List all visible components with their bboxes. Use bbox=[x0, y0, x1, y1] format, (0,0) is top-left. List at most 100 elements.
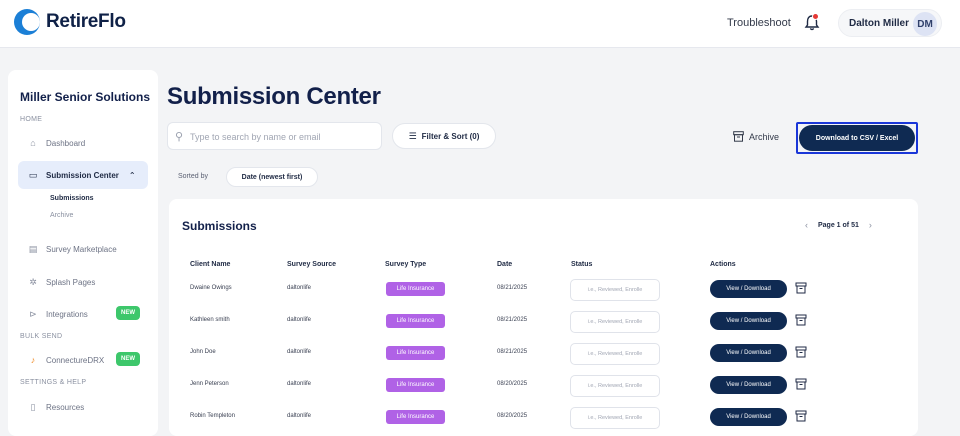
sidebar-item-label: Dashboard bbox=[46, 138, 86, 148]
submission-date: 08/21/2025 bbox=[497, 317, 528, 323]
status-input[interactable]: i.e., Reviewed, Enrolle bbox=[570, 279, 660, 301]
archive-icon[interactable] bbox=[795, 282, 807, 294]
archive-icon[interactable] bbox=[795, 410, 807, 422]
client-name: John Doe bbox=[190, 349, 216, 355]
archive-icon[interactable] bbox=[795, 314, 807, 326]
new-badge: NEW bbox=[116, 352, 140, 366]
client-name: Robin Templeton bbox=[190, 413, 235, 419]
column-header-status[interactable]: Status bbox=[571, 261, 592, 268]
sort-order-pill[interactable]: Date (newest first) bbox=[226, 167, 318, 187]
app-name: RetireFlo bbox=[46, 11, 126, 32]
view-download-button[interactable]: View / Download bbox=[710, 408, 787, 426]
sidebar-item-splash-pages[interactable]: ✲ Splash Pages bbox=[28, 277, 95, 287]
archive-button[interactable]: Archive bbox=[733, 131, 779, 142]
filter-icon: ☰ bbox=[408, 130, 417, 141]
table-row: Jenn Peterson daltonlife Life Insurance … bbox=[169, 369, 918, 400]
archive-label: Archive bbox=[749, 131, 780, 142]
chevron-up-icon: ⌃ bbox=[128, 170, 136, 180]
client-name: Dwaine Owings bbox=[190, 285, 232, 291]
sparkle-icon: ✲ bbox=[29, 276, 37, 287]
submission-date: 08/20/2025 bbox=[497, 413, 528, 419]
book-icon: ▯ bbox=[30, 401, 36, 412]
survey-type-badge: Life Insurance bbox=[386, 282, 445, 296]
submission-date: 08/21/2025 bbox=[497, 349, 528, 355]
sidebar-item-submission-center-label[interactable]: ▭ Submission Center ⌃ bbox=[28, 170, 136, 180]
search-box[interactable]: ⚲ bbox=[167, 122, 382, 150]
next-page-icon[interactable]: › bbox=[869, 220, 872, 230]
plug-icon: ⊳ bbox=[29, 308, 37, 319]
survey-source: daltonlife bbox=[287, 381, 312, 387]
archive-icon[interactable] bbox=[795, 378, 807, 390]
submissions-panel: Submissions ‹ Page 1 of 51 › Client Name… bbox=[169, 199, 918, 436]
connecture-icon: ♪ bbox=[30, 355, 36, 365]
view-download-button[interactable]: View / Download bbox=[710, 376, 787, 394]
submission-date: 08/21/2025 bbox=[497, 285, 528, 291]
top-bar: RetireFlo Troubleshoot Dalton Miller DM bbox=[0, 0, 960, 48]
filter-sort-button[interactable]: ☰ Filter & Sort (0) bbox=[392, 123, 496, 149]
column-header-client-name[interactable]: Client Name bbox=[190, 261, 230, 268]
download-csv-button[interactable]: Download to CSV / Excel bbox=[799, 125, 915, 151]
store-icon: ▤ bbox=[28, 243, 38, 254]
sidebar: Miller Senior Solutions HOME ⌂ Dashboard… bbox=[8, 70, 158, 436]
search-input[interactable] bbox=[190, 128, 375, 146]
survey-source: daltonlife bbox=[287, 413, 312, 419]
sidebar-subitem-submissions[interactable]: Submissions bbox=[50, 195, 94, 202]
page-title: Submission Center bbox=[167, 83, 381, 110]
section-settings-help: SETTINGS & HELP bbox=[20, 379, 87, 386]
user-name: Dalton Miller bbox=[849, 18, 910, 29]
status-input[interactable]: i.e., Reviewed, Enrolle bbox=[570, 343, 660, 365]
view-download-button[interactable]: View / Download bbox=[710, 344, 787, 362]
status-input[interactable]: i.e., Reviewed, Enrolle bbox=[570, 311, 660, 333]
column-header-actions: Actions bbox=[710, 261, 736, 268]
client-name: Kathleen smith bbox=[190, 317, 230, 323]
panel-title: Submissions bbox=[182, 219, 257, 233]
survey-type-badge: Life Insurance bbox=[386, 378, 445, 392]
client-name: Jenn Peterson bbox=[190, 381, 229, 387]
column-header-date[interactable]: Date bbox=[497, 261, 512, 268]
survey-type-badge: Life Insurance bbox=[386, 314, 445, 328]
view-download-button[interactable]: View / Download bbox=[710, 312, 787, 330]
sidebar-subitem-archive[interactable]: Archive bbox=[50, 212, 73, 219]
inbox-icon: ▭ bbox=[28, 169, 38, 180]
sidebar-item-connecture[interactable]: ♪ ConnectureDRX bbox=[28, 355, 105, 365]
column-header-survey-type[interactable]: Survey Type bbox=[385, 261, 426, 268]
sidebar-item-integrations[interactable]: ⊳ Integrations bbox=[28, 309, 88, 319]
logo[interactable]: RetireFlo bbox=[14, 9, 126, 35]
section-home: HOME bbox=[20, 116, 43, 123]
sidebar-item-resources[interactable]: ▯ Resources bbox=[28, 401, 85, 412]
avatar: DM bbox=[913, 12, 937, 36]
page-indicator: Page 1 of 51 bbox=[818, 221, 859, 229]
survey-type-badge: Life Insurance bbox=[386, 410, 445, 424]
section-bulk-send: BULK SEND bbox=[20, 333, 63, 340]
sidebar-item-label: Resources bbox=[46, 402, 85, 412]
survey-source: daltonlife bbox=[287, 285, 312, 291]
user-menu[interactable]: Dalton Miller DM bbox=[838, 9, 942, 37]
status-input[interactable]: i.e., Reviewed, Enrolle bbox=[570, 407, 660, 429]
sidebar-item-survey-marketplace[interactable]: ▤ Survey Marketplace bbox=[28, 244, 117, 254]
archive-icon bbox=[733, 131, 744, 142]
survey-type-badge: Life Insurance bbox=[386, 346, 445, 360]
filter-sort-label: Filter & Sort (0) bbox=[421, 131, 480, 141]
logo-icon bbox=[14, 9, 40, 35]
prev-page-icon[interactable]: ‹ bbox=[805, 220, 808, 230]
submission-date: 08/20/2025 bbox=[497, 381, 528, 387]
archive-icon[interactable] bbox=[795, 346, 807, 358]
sidebar-item-label: Splash Pages bbox=[46, 277, 96, 287]
troubleshoot-link[interactable]: Troubleshoot bbox=[727, 17, 791, 29]
pagination: ‹ Page 1 of 51 › bbox=[805, 220, 872, 230]
home-icon: ⌂ bbox=[30, 138, 36, 148]
search-icon: ⚲ bbox=[175, 131, 184, 143]
sidebar-item-dashboard[interactable]: ⌂ Dashboard bbox=[28, 138, 85, 148]
survey-source: daltonlife bbox=[287, 317, 312, 323]
sorted-by-label: Sorted by bbox=[178, 173, 208, 180]
column-header-survey-source[interactable]: Survey Source bbox=[287, 261, 336, 268]
table-row: Robin Templeton daltonlife Life Insuranc… bbox=[169, 401, 918, 432]
sidebar-item-label: Integrations bbox=[46, 309, 88, 319]
table-row: Dwaine Owings daltonlife Life Insurance … bbox=[169, 273, 918, 304]
organization-name: Miller Senior Solutions bbox=[20, 90, 151, 104]
table-row: John Doe daltonlife Life Insurance 08/21… bbox=[169, 337, 918, 368]
status-input[interactable]: i.e., Reviewed, Enrolle bbox=[570, 375, 660, 397]
sidebar-item-label: Survey Marketplace bbox=[46, 244, 117, 254]
new-badge: NEW bbox=[116, 306, 140, 320]
view-download-button[interactable]: View / Download bbox=[710, 280, 787, 298]
